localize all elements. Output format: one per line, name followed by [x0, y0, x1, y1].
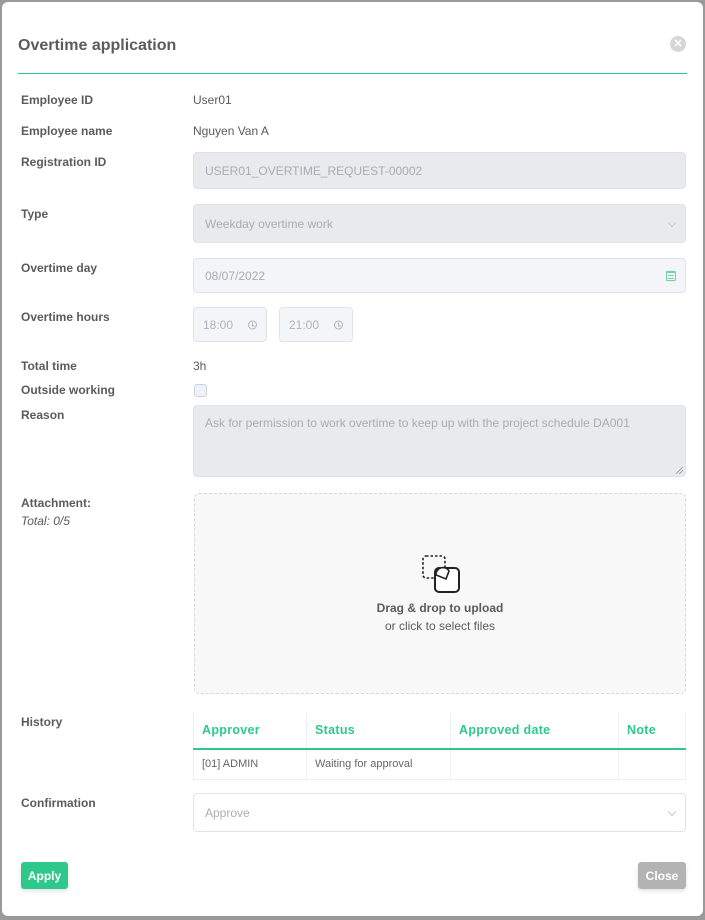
table-row: [01] ADMIN Waiting for approval	[193, 749, 686, 780]
history-table: Approver Status Approved date Note [01] …	[193, 712, 686, 780]
column-header-approver: Approver	[193, 712, 307, 750]
confirmation-label: Confirmation	[21, 796, 96, 810]
registration-id-value: USER01_OVERTIME_REQUEST-00002	[205, 163, 423, 178]
outside-working-checkbox[interactable]	[194, 384, 207, 397]
chevron-down-icon	[667, 807, 677, 816]
reason-value: Ask for permission to work overtime to k…	[205, 416, 630, 430]
total-time-label: Total time	[21, 359, 77, 373]
dropzone-title: Drag & drop to upload	[376, 601, 504, 615]
attachment-label: Attachment:	[21, 496, 92, 510]
chevron-down-icon	[667, 218, 677, 227]
type-value: Weekday overtime work	[205, 216, 333, 231]
cell-approver: [01] ADMIN	[193, 749, 307, 780]
attachment-total: Total: 0/5	[21, 514, 70, 528]
resize-handle-icon[interactable]	[676, 467, 683, 474]
column-header-status: Status	[306, 712, 451, 750]
end-time-value: 21:00	[289, 317, 320, 332]
dialog-title: Overtime application	[18, 37, 177, 54]
reason-label: Reason	[21, 408, 65, 422]
overtime-application-dialog: Overtime application ✕ Employee ID User0…	[2, 2, 703, 916]
apply-button[interactable]: Apply	[21, 862, 68, 889]
overtime-day-value: 08/07/2022	[205, 268, 266, 283]
clock-icon	[248, 320, 257, 329]
drag-drop-icon	[422, 555, 460, 593]
registration-id-field[interactable]: USER01_OVERTIME_REQUEST-00002	[193, 152, 686, 189]
close-icon[interactable]: ✕	[670, 36, 686, 52]
outside-working-label: Outside working	[21, 383, 116, 397]
dropzone-subtitle: or click to select files	[384, 619, 496, 633]
file-dropzone[interactable]: Drag & drop to upload or click to select…	[194, 493, 686, 694]
cell-note	[618, 749, 686, 780]
start-time-value: 18:00	[203, 317, 234, 332]
total-time-value: 3h	[193, 359, 207, 373]
overtime-hours-label: Overtime hours	[21, 310, 110, 324]
overtime-day-label: Overtime day	[21, 261, 98, 275]
dialog-header: Overtime application ✕	[18, 2, 687, 74]
history-header-row: Approver Status Approved date Note	[193, 712, 686, 750]
employee-id-value: User01	[193, 93, 232, 107]
employee-name-label: Employee name	[21, 124, 113, 138]
confirmation-select[interactable]: Approve	[193, 793, 686, 832]
clock-icon	[334, 320, 343, 329]
column-header-approved-date: Approved date	[450, 712, 619, 750]
employee-id-label: Employee ID	[21, 93, 94, 107]
registration-id-label: Registration ID	[21, 155, 107, 169]
close-button[interactable]: Close	[638, 862, 686, 889]
cell-status: Waiting for approval	[306, 749, 451, 780]
cell-approved-date	[450, 749, 619, 780]
reason-textarea[interactable]: Ask for permission to work overtime to k…	[193, 405, 686, 477]
confirmation-placeholder: Approve	[205, 805, 250, 820]
type-label: Type	[21, 207, 49, 221]
type-select[interactable]: Weekday overtime work	[193, 204, 686, 243]
overtime-start-time[interactable]: 18:00	[193, 307, 267, 342]
overtime-day-field[interactable]: 08/07/2022	[193, 258, 686, 293]
column-header-note: Note	[618, 712, 686, 750]
calendar-icon[interactable]	[666, 270, 676, 281]
employee-name-value: Nguyen Van A	[193, 124, 269, 138]
overtime-end-time[interactable]: 21:00	[279, 307, 353, 342]
history-label: History	[21, 715, 63, 729]
